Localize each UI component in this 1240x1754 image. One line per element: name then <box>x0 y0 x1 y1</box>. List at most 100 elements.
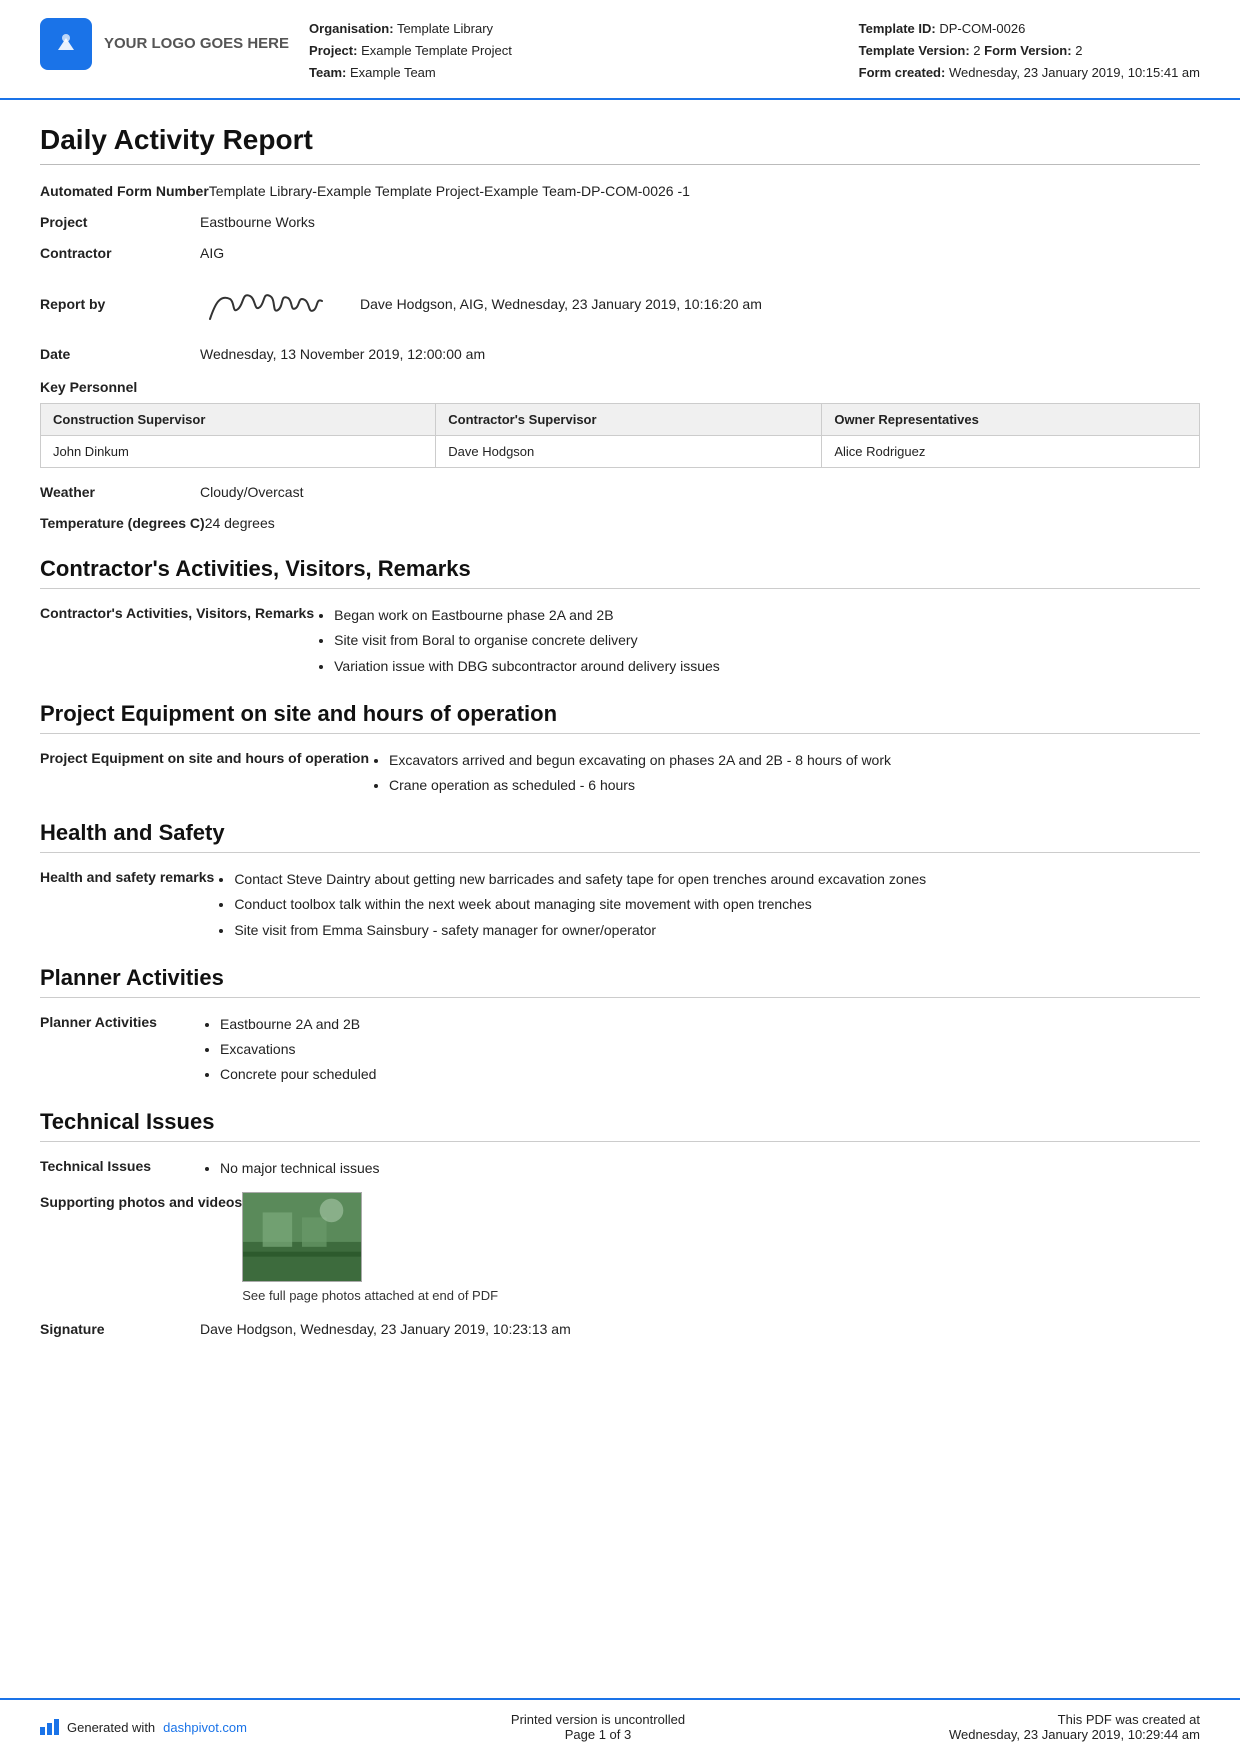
contractors-activities-label: Contractor's Activities, Visitors, Remar… <box>40 603 314 621</box>
health-safety-label: Health and safety remarks <box>40 867 214 885</box>
form-created-label: Form created: <box>859 65 946 80</box>
planner-activities-value: Eastbourne 2A and 2BExcavationsConcrete … <box>200 1012 1200 1088</box>
personnel-cell: Alice Rodriguez <box>822 436 1200 468</box>
weather-value: Cloudy/Overcast <box>200 482 1200 503</box>
logo-icon <box>40 18 92 70</box>
list-item: Excavators arrived and begun excavating … <box>389 748 1200 773</box>
planner-activities-row: Planner Activities Eastbourne 2A and 2BE… <box>40 1012 1200 1088</box>
contractor-label: Contractor <box>40 243 200 264</box>
list-item: Concrete pour scheduled <box>220 1062 1200 1087</box>
automated-form-label: Automated Form Number <box>40 181 209 202</box>
list-item: Eastbourne 2A and 2B <box>220 1012 1200 1037</box>
footer-page-text: Page 1 of 3 <box>511 1727 685 1742</box>
contractors-activities-value: Began work on Eastbourne phase 2A and 2B… <box>314 603 1200 679</box>
col-owner-representatives: Owner Representatives <box>822 404 1200 436</box>
personnel-data-row: John DinkumDave HodgsonAlice Rodriguez <box>41 436 1200 468</box>
list-item: Site visit from Boral to organise concre… <box>334 628 1200 653</box>
project-row: Project: Example Template Project <box>309 40 839 62</box>
team-row: Team: Example Team <box>309 62 839 84</box>
project-equipment-value: Excavators arrived and begun excavating … <box>369 748 1200 798</box>
project-field-value: Eastbourne Works <box>200 212 1200 233</box>
signature-value: Dave Hodgson, Wednesday, 23 January 2019… <box>200 1319 1200 1340</box>
logo-text: YOUR LOGO GOES HERE <box>104 34 289 54</box>
personnel-header-row: Construction Supervisor Contractor's Sup… <box>41 404 1200 436</box>
photos-row: Supporting photos and videos See full pa… <box>40 1192 1200 1303</box>
key-personnel-label: Key Personnel <box>40 379 1200 395</box>
project-label: Project: <box>309 43 357 58</box>
list-item: Began work on Eastbourne phase 2A and 2B <box>334 603 1200 628</box>
contractors-activities-row: Contractor's Activities, Visitors, Remar… <box>40 603 1200 679</box>
header: YOUR LOGO GOES HERE Organisation: Templa… <box>0 0 1240 100</box>
date-label: Date <box>40 344 200 365</box>
logo-area: YOUR LOGO GOES HERE <box>40 18 289 70</box>
personnel-table: Construction Supervisor Contractor's Sup… <box>40 403 1200 468</box>
photos-value: See full page photos attached at end of … <box>242 1192 1200 1303</box>
personnel-cell: John Dinkum <box>41 436 436 468</box>
footer-right-date: Wednesday, 23 January 2019, 10:29:44 am <box>949 1727 1200 1742</box>
footer-printed-text: Printed version is uncontrolled <box>511 1712 685 1727</box>
footer-right: This PDF was created at Wednesday, 23 Ja… <box>949 1712 1200 1742</box>
template-version-value: 2 <box>973 43 980 58</box>
automated-form-value: Template Library-Example Template Projec… <box>209 181 1200 202</box>
technical-issues-row: Technical Issues No major technical issu… <box>40 1156 1200 1181</box>
list-item: No major technical issues <box>220 1156 1200 1181</box>
footer-center: Printed version is uncontrolled Page 1 o… <box>511 1712 685 1742</box>
temperature-row: Temperature (degrees C) 24 degrees <box>40 513 1200 534</box>
technical-issues-list: No major technical issues <box>200 1156 1200 1181</box>
list-item: Conduct toolbox talk within the next wee… <box>234 892 1200 917</box>
footer: Generated with dashpivot.com Printed ver… <box>0 1698 1240 1754</box>
contractor-row: Contractor AIG <box>40 243 1200 264</box>
template-id-value: DP-COM-0026 <box>939 21 1025 36</box>
header-right: Template ID: DP-COM-0026 Template Versio… <box>859 18 1200 84</box>
generated-text: Generated with <box>67 1720 155 1735</box>
project-equipment-heading: Project Equipment on site and hours of o… <box>40 701 1200 734</box>
technical-issues-label: Technical Issues <box>40 1156 200 1174</box>
planner-activities-list: Eastbourne 2A and 2BExcavationsConcrete … <box>200 1012 1200 1088</box>
signature-label: Signature <box>40 1319 200 1340</box>
planner-activities-label: Planner Activities <box>40 1012 200 1030</box>
signature-row: Signature Dave Hodgson, Wednesday, 23 Ja… <box>40 1319 1200 1340</box>
template-version-row: Template Version: 2 Form Version: 2 <box>859 40 1200 62</box>
date-value: Wednesday, 13 November 2019, 12:00:00 am <box>200 344 1200 365</box>
footer-left: Generated with dashpivot.com <box>40 1719 247 1735</box>
signature-svg <box>200 274 340 334</box>
main-content: Daily Activity Report Automated Form Num… <box>0 100 1240 1698</box>
temperature-label: Temperature (degrees C) <box>40 513 205 534</box>
contractor-value: AIG <box>200 243 1200 264</box>
team-label: Team: <box>309 65 346 80</box>
automated-form-row: Automated Form Number Template Library-E… <box>40 181 1200 202</box>
date-row: Date Wednesday, 13 November 2019, 12:00:… <box>40 344 1200 365</box>
planner-activities-heading: Planner Activities <box>40 965 1200 998</box>
col-contractors-supervisor: Contractor's Supervisor <box>436 404 822 436</box>
signature-area: Dave Hodgson, AIG, Wednesday, 23 January… <box>200 274 1200 334</box>
health-safety-value: Contact Steve Daintry about getting new … <box>214 867 1200 943</box>
form-version-label: Form Version: <box>984 43 1071 58</box>
contractors-activities-heading: Contractor's Activities, Visitors, Remar… <box>40 556 1200 589</box>
page: YOUR LOGO GOES HERE Organisation: Templa… <box>0 0 1240 1754</box>
dashpivot-icon <box>40 1719 59 1735</box>
weather-row: Weather Cloudy/Overcast <box>40 482 1200 503</box>
project-equipment-label: Project Equipment on site and hours of o… <box>40 748 369 766</box>
personnel-cell: Dave Hodgson <box>436 436 822 468</box>
technical-issues-heading: Technical Issues <box>40 1109 1200 1142</box>
photo-svg <box>243 1192 361 1282</box>
report-by-row: Report by Dave Hodgson, AIG, Wednesday, … <box>40 274 1200 334</box>
list-item: Site visit from Emma Sainsbury - safety … <box>234 918 1200 943</box>
form-version-value: 2 <box>1075 43 1082 58</box>
template-version-label: Template Version: <box>859 43 970 58</box>
list-item: Excavations <box>220 1037 1200 1062</box>
temperature-value: 24 degrees <box>205 513 1200 534</box>
org-row: Organisation: Template Library <box>309 18 839 40</box>
photo-thumbnail <box>242 1192 362 1282</box>
form-created-row: Form created: Wednesday, 23 January 2019… <box>859 62 1200 84</box>
contractors-activities-list: Began work on Eastbourne phase 2A and 2B… <box>314 603 1200 679</box>
key-personnel-section: Key Personnel Construction Supervisor Co… <box>40 379 1200 468</box>
project-value: Example Template Project <box>361 43 512 58</box>
health-safety-list: Contact Steve Daintry about getting new … <box>214 867 1200 943</box>
report-by-label: Report by <box>40 294 200 315</box>
template-id-row: Template ID: DP-COM-0026 <box>859 18 1200 40</box>
org-label: Organisation: <box>309 21 394 36</box>
header-meta: Organisation: Template Library Project: … <box>309 18 839 84</box>
form-created-value: Wednesday, 23 January 2019, 10:15:41 am <box>949 65 1200 80</box>
dashpivot-link[interactable]: dashpivot.com <box>163 1720 247 1735</box>
